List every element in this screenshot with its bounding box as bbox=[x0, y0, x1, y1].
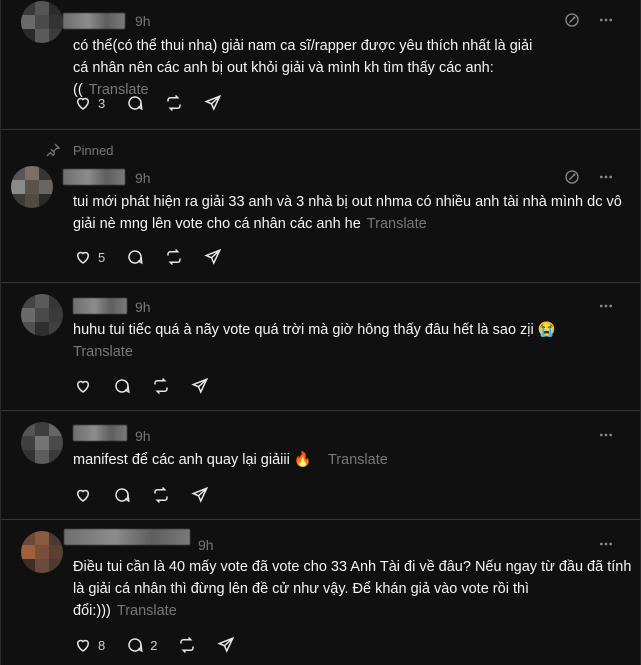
heart-icon bbox=[76, 639, 90, 652]
repost-icon bbox=[167, 94, 181, 112]
reply-button[interactable] bbox=[113, 377, 131, 395]
share-icon bbox=[191, 486, 209, 503]
repost-button[interactable] bbox=[178, 636, 196, 654]
share-button[interactable] bbox=[191, 377, 209, 395]
username[interactable] bbox=[73, 425, 127, 441]
post-text-container: tui mới phát hiện ra giải 33 anh và 3 nh… bbox=[73, 191, 633, 235]
username[interactable] bbox=[63, 169, 125, 185]
share-icon bbox=[204, 94, 222, 111]
heart-icon bbox=[76, 489, 90, 502]
post[interactable]: 9h Điều tui cần là 40 mấy vote đã vote c… bbox=[1, 521, 640, 665]
post-text-container: manifest để các anh quay lại giảiii 🔥 Tra… bbox=[73, 449, 593, 471]
quote-edit-icon[interactable] bbox=[564, 169, 580, 185]
threads-feed: 9h có thể(có thể thui nha) giải nam ca s… bbox=[0, 0, 641, 665]
pinned-label: Pinned bbox=[73, 142, 114, 158]
heart-icon bbox=[76, 97, 90, 110]
repost-icon bbox=[167, 248, 181, 266]
share-button[interactable] bbox=[204, 248, 222, 266]
post-time: 9h bbox=[135, 299, 151, 315]
avatar[interactable] bbox=[21, 1, 63, 43]
share-button[interactable] bbox=[204, 94, 222, 112]
pin-icon bbox=[46, 143, 61, 157]
share-icon bbox=[217, 636, 235, 653]
username[interactable] bbox=[64, 529, 190, 545]
translate-link[interactable]: Translate bbox=[328, 452, 388, 468]
like-count: 5 bbox=[98, 249, 106, 265]
avatar[interactable] bbox=[21, 422, 63, 464]
post[interactable]: 9h huhu tui tiếc quá à nãy vote quá trời… bbox=[1, 284, 640, 411]
comment-icon bbox=[128, 250, 143, 265]
post-time: 9h bbox=[135, 428, 151, 444]
post-text-container: Điều tui cần là 40 mấy vote đã vote cho … bbox=[73, 556, 635, 622]
comment-icon bbox=[115, 488, 130, 503]
post-text: huhu tui tiếc quá à nãy vote quá trời mà… bbox=[73, 322, 556, 338]
reply-button[interactable]: 2 bbox=[126, 636, 157, 654]
reply-button[interactable] bbox=[126, 248, 144, 266]
share-button[interactable] bbox=[217, 636, 235, 654]
like-count: 8 bbox=[98, 637, 106, 653]
post-text: manifest để các anh quay lại giảiii 🔥 bbox=[73, 452, 312, 468]
post[interactable]: 9h manifest để các anh quay lại giảiii 🔥… bbox=[1, 412, 640, 520]
post-time: 9h bbox=[135, 170, 151, 186]
like-button[interactable] bbox=[74, 486, 92, 504]
more-icon[interactable] bbox=[598, 12, 614, 28]
post-text-container: có thể(có thể thui nha) giải nam ca sĩ/r… bbox=[73, 35, 543, 101]
reply-button[interactable] bbox=[113, 486, 131, 504]
repost-icon bbox=[180, 636, 195, 654]
heart-icon bbox=[76, 251, 90, 264]
like-button[interactable]: 8 bbox=[74, 636, 105, 654]
avatar[interactable] bbox=[21, 531, 63, 573]
share-icon bbox=[204, 248, 222, 265]
post-text: tui mới phát hiện ra giải 33 anh và 3 nh… bbox=[73, 194, 622, 232]
more-icon[interactable] bbox=[598, 427, 614, 443]
avatar[interactable] bbox=[11, 166, 53, 208]
repost-icon bbox=[154, 486, 168, 504]
like-button[interactable]: 5 bbox=[74, 248, 105, 266]
quote-edit-icon[interactable] bbox=[564, 12, 580, 28]
translate-link[interactable]: Translate bbox=[117, 603, 177, 619]
translate-link[interactable]: Translate bbox=[73, 344, 133, 360]
post-text-container: huhu tui tiếc quá à nãy vote quá trời mà… bbox=[73, 319, 593, 363]
reply-count: 2 bbox=[150, 637, 158, 653]
like-count: 3 bbox=[98, 95, 106, 111]
username[interactable] bbox=[63, 13, 125, 29]
like-button[interactable] bbox=[74, 377, 92, 395]
more-icon[interactable] bbox=[598, 298, 614, 314]
comment-icon bbox=[115, 379, 130, 394]
avatar[interactable] bbox=[21, 294, 63, 336]
repost-button[interactable] bbox=[152, 486, 170, 504]
more-icon[interactable] bbox=[598, 169, 614, 185]
like-button[interactable]: 3 bbox=[74, 94, 105, 112]
repost-button[interactable] bbox=[165, 94, 183, 112]
post[interactable]: Pinned 9h tui mới phát hiện ra giải 33 a… bbox=[1, 131, 640, 283]
repost-button[interactable] bbox=[152, 377, 170, 395]
repost-button[interactable] bbox=[165, 248, 183, 266]
more-icon[interactable] bbox=[598, 536, 614, 552]
username[interactable] bbox=[73, 298, 127, 314]
post-time: 9h bbox=[135, 13, 151, 29]
translate-link[interactable]: Translate bbox=[367, 216, 427, 232]
reply-button[interactable] bbox=[126, 94, 144, 112]
repost-icon bbox=[154, 377, 168, 395]
post-time: 9h bbox=[198, 537, 214, 553]
share-button[interactable] bbox=[191, 486, 209, 504]
post[interactable]: 9h có thể(có thể thui nha) giải nam ca s… bbox=[1, 0, 640, 130]
heart-icon bbox=[76, 380, 90, 393]
share-icon bbox=[191, 377, 209, 394]
comment-icon bbox=[128, 638, 143, 653]
comment-icon bbox=[128, 96, 143, 111]
pinned-indicator: Pinned bbox=[45, 142, 113, 158]
